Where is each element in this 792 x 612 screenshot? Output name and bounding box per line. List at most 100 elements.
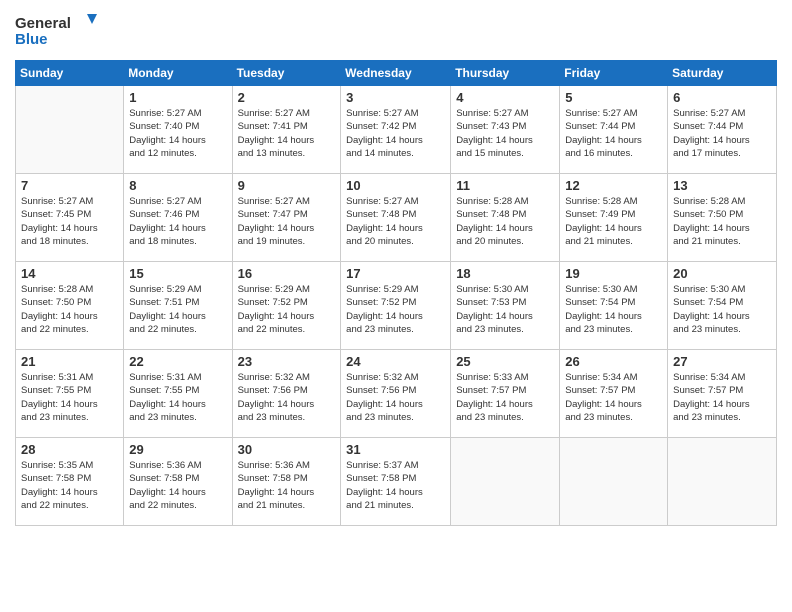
day-info: Sunrise: 5:31 AMSunset: 7:55 PMDaylight:… <box>21 371 118 424</box>
day-info: Sunrise: 5:33 AMSunset: 7:57 PMDaylight:… <box>456 371 554 424</box>
daylight-label: Daylight: 14 hours <box>238 135 315 146</box>
daylight-label: Daylight: 14 hours <box>346 399 423 410</box>
sunset-text: Sunset: 7:44 PM <box>565 121 635 132</box>
daylight-label: Daylight: 14 hours <box>673 311 750 322</box>
day-number: 13 <box>673 178 771 193</box>
sunrise-text: Sunrise: 5:27 AM <box>129 196 201 207</box>
calendar-cell: 6Sunrise: 5:27 AMSunset: 7:44 PMDaylight… <box>668 86 777 174</box>
calendar-cell: 8 Sunrise: 5:27 AM Sunset: 7:46 PM Daylight… <box>124 174 232 262</box>
daylight-minutes: and 23 minutes. <box>346 412 414 423</box>
day-info: Sunrise: 5:27 AMSunset: 7:40 PMDaylight:… <box>129 107 226 160</box>
calendar-cell: 9Sunrise: 5:27 AMSunset: 7:47 PMDaylight… <box>232 174 341 262</box>
daylight-label: Daylight: 14 hours <box>129 311 206 322</box>
daylight-label: Daylight: 14 hours <box>346 223 423 234</box>
daylight-label: Daylight: 14 hours <box>673 135 750 146</box>
calendar-container: General Blue SundayMondayTuesdayWednesda… <box>0 0 792 612</box>
day-info: Sunrise: 5:27 AM Sunset: 7:43 PM Daylight:… <box>456 107 554 160</box>
daylight-minutes: and 23 minutes. <box>238 412 306 423</box>
daylight-label: Daylight: 14 hours <box>129 223 206 234</box>
daylight-label: Daylight: 14 hours <box>565 399 642 410</box>
day-info: Sunrise: 5:27 AMSunset: 7:42 PMDaylight:… <box>346 107 445 160</box>
day-number: 4 <box>456 90 554 105</box>
day-info: Sunrise: 5:27 AM Sunset: 7:46 PM Daylight:… <box>129 195 226 248</box>
daylight-minutes: and 23 minutes. <box>346 324 414 335</box>
sunrise-text: Sunrise: 5:28 AM <box>456 196 528 207</box>
sunrise-text: Sunrise: 5:30 AM <box>456 284 528 295</box>
daylight-label: Daylight: 14 hours <box>456 135 533 146</box>
calendar-week-row: 14Sunrise: 5:28 AMSunset: 7:50 PMDayligh… <box>16 262 777 350</box>
day-number: 20 <box>673 266 771 281</box>
day-number: 2 <box>238 90 336 105</box>
calendar-cell: 28Sunrise: 5:35 AMSunset: 7:58 PMDayligh… <box>16 438 124 526</box>
sunrise-text: Sunrise: 5:36 AM <box>238 460 310 471</box>
calendar-cell: 1Sunrise: 5:27 AMSunset: 7:40 PMDaylight… <box>124 86 232 174</box>
day-info: Sunrise: 5:37 AMSunset: 7:58 PMDaylight:… <box>346 459 445 512</box>
day-info: Sunrise: 5:29 AMSunset: 7:51 PMDaylight:… <box>129 283 226 336</box>
calendar-cell: 29Sunrise: 5:36 AMSunset: 7:58 PMDayligh… <box>124 438 232 526</box>
logo-svg: General Blue <box>15 10 105 52</box>
sunrise-text: Sunrise: 5:27 AM <box>456 108 528 119</box>
daylight-label: Daylight: 14 hours <box>238 311 315 322</box>
day-info: Sunrise: 5:32 AMSunset: 7:56 PMDaylight:… <box>238 371 336 424</box>
daylight-minutes: and 20 minutes. <box>346 236 414 247</box>
day-number: 10 <box>346 178 445 193</box>
day-number: 30 <box>238 442 336 457</box>
sunrise-text: Sunrise: 5:31 AM <box>21 372 93 383</box>
calendar-cell <box>668 438 777 526</box>
calendar-cell: 7Sunrise: 5:27 AMSunset: 7:45 PMDaylight… <box>16 174 124 262</box>
sunrise-text: Sunrise: 5:27 AM <box>21 196 93 207</box>
day-number: 12 <box>565 178 662 193</box>
calendar-cell: 4 Sunrise: 5:27 AM Sunset: 7:43 PM Daylight… <box>451 86 560 174</box>
sunset-text: Sunset: 7:43 PM <box>456 121 526 132</box>
calendar-cell: 11Sunrise: 5:28 AMSunset: 7:48 PMDayligh… <box>451 174 560 262</box>
svg-text:Blue: Blue <box>15 31 48 48</box>
sunset-text: Sunset: 7:52 PM <box>238 297 308 308</box>
day-number: 25 <box>456 354 554 369</box>
calendar-cell: 13Sunrise: 5:28 AMSunset: 7:50 PMDayligh… <box>668 174 777 262</box>
daylight-label: Daylight: 14 hours <box>456 223 533 234</box>
day-info: Sunrise: 5:35 AMSunset: 7:58 PMDaylight:… <box>21 459 118 512</box>
daylight-minutes: and 23 minutes. <box>673 324 741 335</box>
sunset-text: Sunset: 7:48 PM <box>456 209 526 220</box>
calendar-cell: 23 Sunrise: 5:32 AMSunset: 7:56 PMDayligh… <box>232 350 341 438</box>
daylight-minutes: and 20 minutes. <box>456 236 524 247</box>
daylight-label: Daylight: 14 hours <box>346 311 423 322</box>
daylight-label: Daylight: 14 hours <box>21 223 98 234</box>
day-info: Sunrise: 5:29 AMSunset: 7:52 PMDaylight:… <box>238 283 336 336</box>
sunset-text: Sunset: 7:54 PM <box>673 297 743 308</box>
sunrise-text: Sunrise: 5:28 AM <box>673 196 745 207</box>
daylight-minutes: and 22 minutes. <box>238 324 306 335</box>
day-header: Thursday <box>451 61 560 86</box>
day-number: 23 <box>238 354 336 369</box>
calendar-cell: 30Sunrise: 5:36 AMSunset: 7:58 PMDayligh… <box>232 438 341 526</box>
day-number: 31 <box>346 442 445 457</box>
daylight-label: Daylight: 14 hours <box>21 311 98 322</box>
daylight-label: Daylight: 14 hours <box>346 487 423 498</box>
daylight-minutes: and 16 minutes. <box>565 148 633 159</box>
day-number: 22 <box>129 354 226 369</box>
sunrise-text: Sunrise: 5:31 AM <box>129 372 201 383</box>
daylight-minutes: and 23 minutes. <box>565 412 633 423</box>
day-number: 8 <box>129 178 226 193</box>
day-number: 5 <box>565 90 662 105</box>
sunset-text: Sunset: 7:52 PM <box>346 297 416 308</box>
sunset-text: Sunset: 7:56 PM <box>346 385 416 396</box>
day-header: Sunday <box>16 61 124 86</box>
daylight-minutes: and 22 minutes. <box>21 500 89 511</box>
sunset-text: Sunset: 7:55 PM <box>129 385 199 396</box>
day-info: Sunrise: 5:30 AMSunset: 7:54 PMDaylight:… <box>673 283 771 336</box>
day-number: 24 <box>346 354 445 369</box>
calendar-cell: 17Sunrise: 5:29 AMSunset: 7:52 PMDayligh… <box>341 262 451 350</box>
calendar-week-row: 1Sunrise: 5:27 AMSunset: 7:40 PMDaylight… <box>16 86 777 174</box>
calendar-cell: 20 Sunrise: 5:30 AMSunset: 7:54 PMDayligh… <box>668 262 777 350</box>
sunset-text: Sunset: 7:46 PM <box>129 209 199 220</box>
daylight-minutes: and 15 minutes. <box>456 148 524 159</box>
day-info: Sunrise: 5:29 AMSunset: 7:52 PMDaylight:… <box>346 283 445 336</box>
sunrise-text: Sunrise: 5:29 AM <box>129 284 201 295</box>
sunset-text: Sunset: 7:57 PM <box>456 385 526 396</box>
day-info: Sunrise: 5:30 AMSunset: 7:54 PMDaylight:… <box>565 283 662 336</box>
calendar-cell: 2Sunrise: 5:27 AMSunset: 7:41 PMDaylight… <box>232 86 341 174</box>
calendar-cell: 21Sunrise: 5:31 AMSunset: 7:55 PMDayligh… <box>16 350 124 438</box>
daylight-label: Daylight: 14 hours <box>238 223 315 234</box>
sunset-text: Sunset: 7:57 PM <box>673 385 743 396</box>
